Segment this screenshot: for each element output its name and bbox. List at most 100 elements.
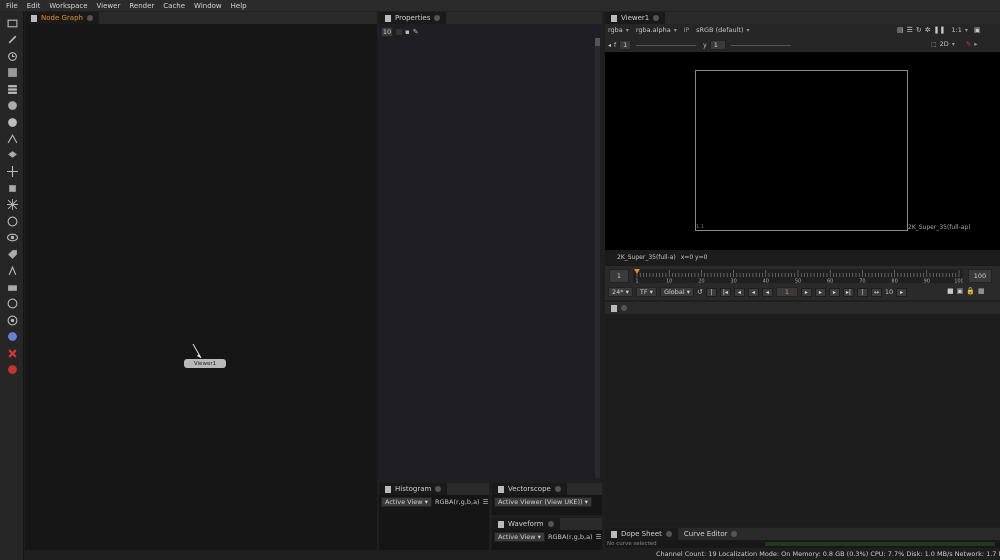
menu-edit[interactable]: Edit [27, 2, 41, 10]
edit-icon[interactable]: ✎ [413, 28, 419, 36]
prev-icon[interactable]: ◂ [608, 42, 611, 49]
maximize-icon[interactable]: ▣ [974, 26, 981, 34]
gamma-slider[interactable] [730, 44, 791, 46]
menu-workspace[interactable]: Workspace [49, 2, 87, 10]
red-pen-icon[interactable]: ✎ [966, 40, 971, 48]
menu-render[interactable]: Render [129, 2, 154, 10]
proxy-icon[interactable]: ☰ [907, 26, 913, 34]
roi-icon[interactable]: ▤ [897, 26, 904, 34]
toolsets-tool-icon[interactable] [6, 264, 18, 276]
tab-vectorscope[interactable]: Vectorscope [492, 483, 567, 495]
in-out-icon[interactable]: ▣ [957, 287, 964, 295]
close-icon[interactable] [554, 486, 561, 492]
tab-properties[interactable]: Properties [379, 12, 447, 24]
dope-sheet-ruler[interactable] [765, 542, 995, 546]
play-backward-button[interactable]: ◂ [761, 287, 773, 297]
timeline-start-field[interactable]: 1 [609, 269, 629, 283]
tab-waveform[interactable]: Waveform [492, 518, 560, 530]
image-tool-icon[interactable] [6, 17, 18, 29]
menu-cache[interactable]: Cache [163, 2, 185, 10]
range-select[interactable]: Global ▾ [659, 287, 695, 297]
ocula-tool-icon[interactable] [6, 314, 18, 326]
timeline-ruler[interactable]: 1 10 20 30 40 50 60 70 80 90 100 [633, 269, 963, 283]
furnace-tool-icon[interactable] [6, 297, 18, 309]
panel-menu-icon[interactable] [498, 520, 504, 528]
waveform-view-select[interactable]: Active View ▾ [494, 532, 545, 542]
close-icon[interactable] [665, 531, 672, 537]
filter-tool-icon[interactable] [6, 99, 18, 111]
gain-slider[interactable] [636, 44, 697, 46]
3d-tool-icon[interactable] [6, 182, 18, 194]
particles-tool-icon[interactable] [6, 198, 18, 210]
gain-field[interactable]: 1 [619, 40, 632, 50]
other-tool-icon[interactable] [6, 281, 18, 293]
viewer-node[interactable]: Viewer1 [184, 359, 226, 368]
settings-icon[interactable]: ✲ [925, 26, 931, 34]
clear-panels-icon[interactable] [396, 29, 402, 35]
last-frame-button[interactable]: | [856, 287, 868, 297]
tab-curve-editor[interactable]: Curve Editor [678, 528, 744, 540]
lock-panels-icon[interactable]: ▪ [405, 28, 410, 36]
node-graph-canvas[interactable]: Viewer1 [25, 24, 377, 550]
color-tool-icon[interactable] [6, 83, 18, 95]
viewer-canvas[interactable]: 1,1 2K_Super_35(full-ap) [605, 52, 1000, 250]
first-frame-button[interactable]: | [705, 287, 717, 297]
prev-keyframe-button[interactable]: |◂ [719, 287, 731, 297]
close-icon[interactable] [434, 15, 441, 21]
zoom-select[interactable]: 1:1 [951, 26, 961, 34]
move-tool-icon[interactable] [6, 165, 18, 177]
timeline-end-field[interactable]: 100 [968, 269, 992, 283]
current-frame-field[interactable]: 1 [775, 287, 798, 297]
menu-file[interactable]: File [6, 2, 18, 10]
close-icon[interactable] [86, 15, 93, 21]
close-icon[interactable] [547, 521, 554, 527]
gamma-field[interactable]: 1 [709, 40, 726, 50]
step-increment-button[interactable]: ▸ [896, 287, 908, 297]
region-icon[interactable]: ⬚ [931, 41, 937, 48]
tab-node-graph[interactable]: Node Graph [25, 12, 99, 24]
step-field[interactable]: 10 [885, 288, 893, 296]
properties-scrollbar[interactable] [595, 38, 600, 478]
channel-tool-icon[interactable] [6, 66, 18, 78]
vectorscope-view-select[interactable]: Active Viewer (View UKE)) ▾ [494, 497, 592, 507]
step-forward-button[interactable]: ▸ [828, 287, 840, 297]
close-icon[interactable] [653, 15, 660, 21]
colorspace-select[interactable]: sRGB (default) [696, 26, 743, 34]
metadata-tool-icon[interactable] [6, 248, 18, 260]
pause-icon[interactable]: ❚❚ [934, 26, 946, 34]
alpha-channel-select[interactable]: rgba.alpha [636, 26, 671, 34]
keyer-tool-icon[interactable] [6, 116, 18, 128]
close-icon[interactable] [435, 486, 442, 492]
input-process-toggle[interactable]: IP [684, 27, 689, 34]
view-mode-select[interactable]: 2D [940, 40, 949, 48]
stop-icon[interactable]: ■ [947, 287, 954, 295]
panel-menu-icon[interactable] [611, 530, 617, 538]
panel-menu-icon[interactable] [385, 14, 391, 22]
play-forward-button[interactable]: ▸ [800, 287, 812, 297]
step-back-button[interactable]: ◂ [733, 287, 745, 297]
time-tool-icon[interactable] [6, 50, 18, 62]
cara-tool-icon[interactable] [6, 330, 18, 342]
tab-viewer1[interactable]: Viewer1 [605, 12, 666, 24]
waveform-options-icon[interactable]: ☰ [596, 533, 602, 541]
menu-window[interactable]: Window [194, 2, 222, 10]
max-panels-field[interactable]: 10 [381, 27, 393, 37]
draw-tool-icon[interactable] [6, 33, 18, 45]
deep-tool-icon[interactable] [6, 215, 18, 227]
lock-icon[interactable]: 🔒 [966, 287, 975, 295]
channel-select[interactable]: rgba [608, 26, 623, 34]
panel-menu-icon[interactable] [611, 14, 617, 22]
increment-icon[interactable]: ↔ [870, 287, 882, 297]
refresh-icon[interactable]: ↻ [916, 26, 922, 34]
menu-help[interactable]: Help [231, 2, 247, 10]
cache-icon[interactable]: ▦ [978, 287, 985, 295]
transform-tool-icon[interactable] [6, 149, 18, 161]
menu-viewer[interactable]: Viewer [97, 2, 121, 10]
views-tool-icon[interactable] [6, 231, 18, 243]
empty-tab[interactable] [605, 302, 633, 314]
close-icon[interactable] [731, 531, 738, 537]
merge-tool-icon[interactable] [6, 132, 18, 144]
tab-histogram[interactable]: Histogram [379, 483, 448, 495]
tf-select[interactable]: TF ▾ [635, 287, 657, 297]
panel-menu-icon[interactable] [31, 14, 37, 22]
